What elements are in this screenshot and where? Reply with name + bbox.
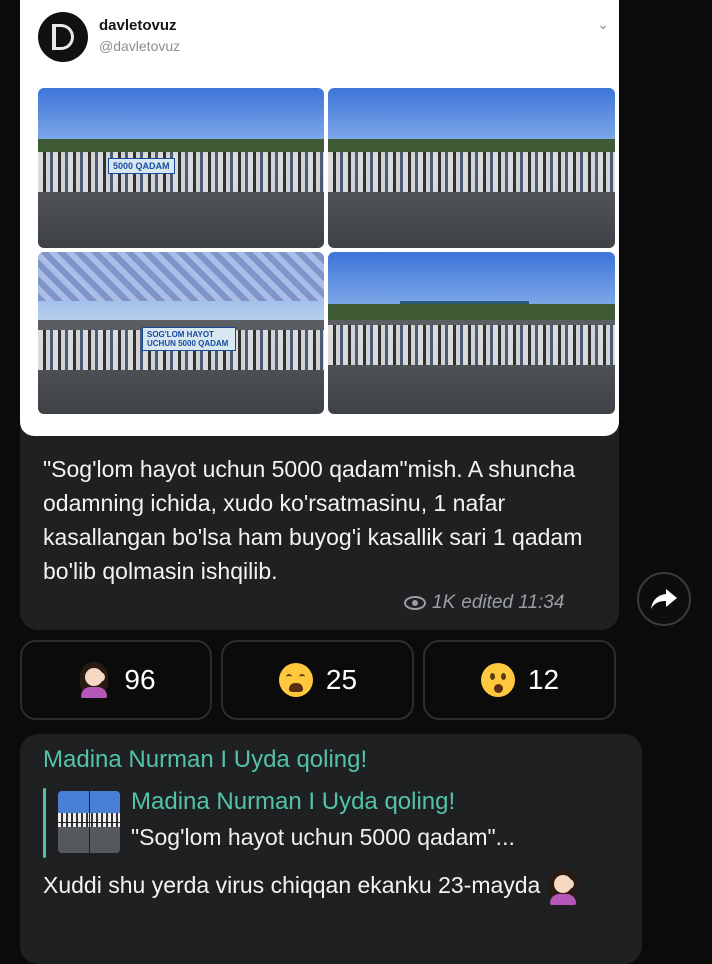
tweet-photo[interactable]: SOG'LOM HAYOT UCHUN 5000 QADAM: [38, 252, 324, 414]
message-text: Xuddi shu yerda virus chiqqan ekanku 23-…: [43, 868, 623, 905]
message-meta: 1K edited 11:34: [404, 592, 564, 614]
eye-icon: [404, 596, 426, 610]
logo-icon: [52, 24, 74, 50]
reaction-button[interactable]: 12: [423, 640, 616, 720]
reaction-button[interactable]: 96: [20, 640, 212, 720]
message-bubble[interactable]: davletovuz @davletovuz ⌄ 5000 QADAM SOG'…: [20, 0, 619, 630]
tweet-avatar[interactable]: [38, 12, 88, 62]
weary-face-emoji: [278, 662, 314, 698]
reply-bar: [43, 788, 46, 858]
reaction-count: 96: [124, 664, 156, 695]
woman-facepalming-emoji: [546, 868, 582, 905]
tweet-embed-card[interactable]: davletovuz @davletovuz ⌄ 5000 QADAM SOG'…: [20, 0, 619, 436]
reply-preview[interactable]: Madina Nurman I Uyda qoling! "Sog'lom ha…: [43, 786, 633, 860]
message-sender[interactable]: Madina Nurman I Uyda qoling!: [43, 746, 367, 774]
message-body: Xuddi shu yerda virus chiqqan ekanku 23-…: [43, 872, 541, 898]
photo-banner: SOG'LOM HAYOT UCHUN 5000 QADAM: [142, 327, 236, 351]
message-text: "Sog'lom hayot uchun 5000 qadam"mish. A …: [43, 456, 583, 584]
forward-button[interactable]: [637, 572, 691, 626]
woman-facepalming-emoji: [76, 662, 112, 698]
tweet-author-handle[interactable]: @davletovuz: [99, 38, 180, 54]
reaction-count: 12: [527, 664, 560, 695]
tweet-photo-grid[interactable]: 5000 QADAM SOG'LOM HAYOT UCHUN 5000 QADA…: [38, 88, 615, 414]
tweet-photo[interactable]: [328, 252, 615, 414]
reply-thumbnail: [58, 791, 120, 853]
tweet-author-name[interactable]: davletovuz: [99, 17, 177, 34]
reply-sender: Madina Nurman I Uyda qoling!: [131, 788, 456, 815]
message-bubble[interactable]: Madina Nurman I Uyda qoling! Madina Nurm…: [20, 734, 642, 964]
hushed-face-emoji: [480, 662, 516, 698]
tweet-photo[interactable]: 5000 QADAM: [38, 88, 324, 248]
reaction-button[interactable]: 25: [221, 640, 414, 720]
reaction-count: 25: [325, 664, 358, 695]
tweet-photo[interactable]: [328, 88, 615, 248]
photo-banner: 5000 QADAM: [108, 158, 175, 174]
edited-time: edited 11:34: [461, 592, 565, 613]
chevron-down-icon[interactable]: ⌄: [597, 16, 609, 33]
view-count: 1K: [432, 592, 456, 613]
share-arrow-icon: [651, 589, 677, 609]
reply-text: "Sog'lom hayot uchun 5000 qadam"...: [131, 824, 515, 850]
